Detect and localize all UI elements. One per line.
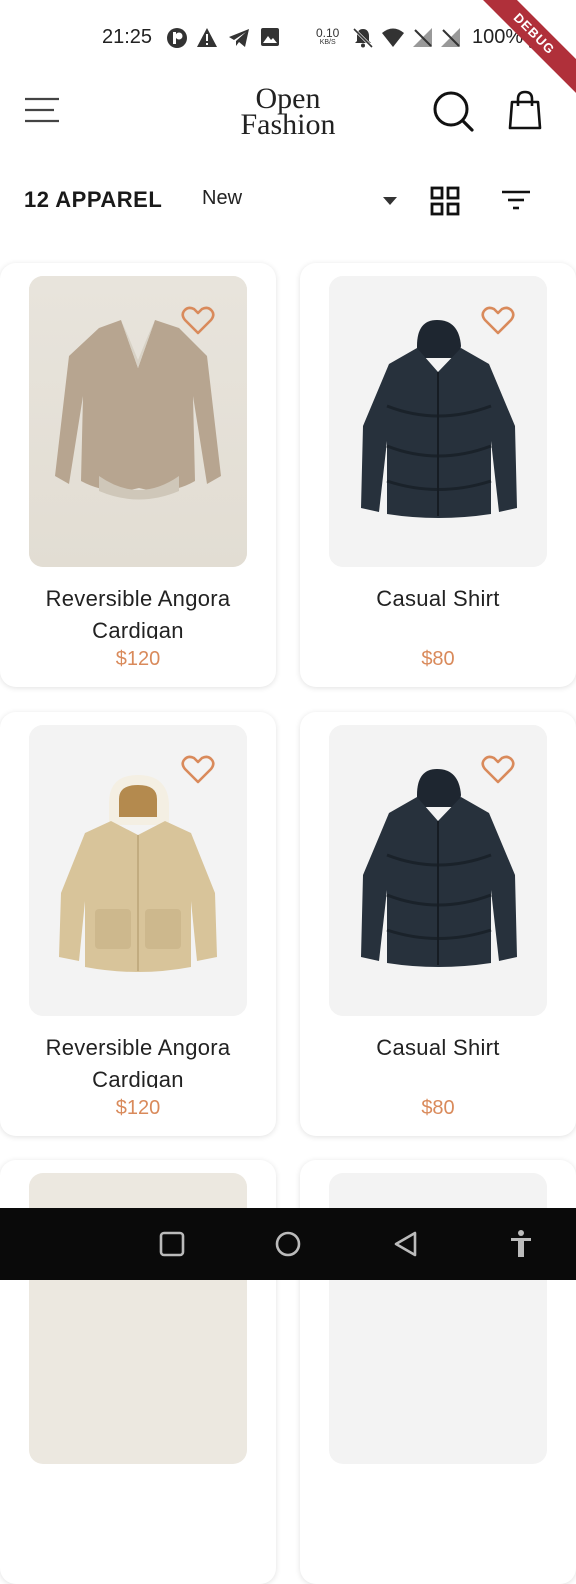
back-button[interactable]: [388, 1226, 424, 1262]
heart-outline-icon: [181, 306, 215, 335]
telegram-icon: [229, 29, 249, 47]
warning-icon: [197, 28, 217, 47]
accessibility-icon: [511, 1230, 531, 1257]
favorite-button[interactable]: [181, 755, 215, 785]
product-price: $80: [421, 648, 455, 670]
home-button[interactable]: [270, 1226, 306, 1262]
grid-view-icon: [430, 186, 460, 216]
product-card[interactable]: Reversible Angora Cardigan $120: [0, 263, 276, 687]
product-price: $80: [421, 1097, 455, 1119]
search-icon: [433, 91, 474, 132]
gallery-icon: [261, 28, 279, 46]
status-time: 21:25: [102, 26, 153, 48]
product-card[interactable]: Reversible Angora Cardigan $120: [0, 712, 276, 1136]
cart-button[interactable]: [506, 90, 544, 130]
product-image: [29, 276, 247, 567]
product-card[interactable]: Casual Shirt $80: [300, 263, 576, 687]
filter-icon: [502, 190, 530, 210]
search-button[interactable]: [432, 90, 474, 132]
product-name: Casual Shirt: [376, 586, 500, 611]
favorite-button[interactable]: [481, 306, 515, 336]
favorite-button[interactable]: [181, 306, 215, 336]
product-image: [329, 725, 547, 1016]
product-image: [29, 725, 247, 1016]
mute-bell-icon: [352, 27, 374, 49]
heart-outline-icon: [481, 755, 515, 784]
apparel-count: 12 APPAREL: [24, 187, 163, 212]
app-logo: Open Fashion: [226, 84, 350, 141]
product-card[interactable]: Casual Shirt $80: [300, 712, 576, 1136]
status-bar: 21:25 0.10 KB/S 100%: [0, 0, 576, 76]
net-speed-unit: KB/S: [319, 39, 336, 46]
wifi-icon: [382, 28, 404, 47]
square-icon: [159, 1231, 185, 1257]
product-image: [329, 276, 547, 567]
back-triangle-icon: [394, 1231, 417, 1257]
logo-line-2: Fashion: [240, 108, 336, 141]
grid-view-button[interactable]: [430, 186, 460, 216]
menu-button[interactable]: [24, 96, 60, 124]
product-name: Reversible Angora Cardigan: [45, 1035, 231, 1088]
sort-dropdown[interactable]: New: [202, 186, 402, 216]
favorite-button[interactable]: [481, 755, 515, 785]
net-speed: 0.10 KB/S: [316, 26, 340, 48]
caret-down-icon: [383, 197, 397, 205]
signal-sim1-icon: [413, 28, 432, 47]
product-price: $120: [115, 1097, 161, 1119]
recents-button[interactable]: [154, 1226, 190, 1262]
signal-sim2-icon: [441, 28, 460, 47]
heart-outline-icon: [181, 755, 215, 784]
circle-icon: [275, 1231, 301, 1257]
app-notification-icon: [167, 28, 187, 48]
sort-selected-value: New: [202, 187, 243, 209]
product-price: $120: [115, 648, 161, 670]
filter-button[interactable]: [500, 188, 532, 212]
system-navigation-bar: [0, 1208, 576, 1280]
shopping-bag-icon: [508, 90, 542, 130]
product-name: Reversible Angora Cardigan: [45, 586, 231, 639]
net-speed-value: 0.10: [316, 26, 340, 40]
product-name: Casual Shirt: [376, 1035, 500, 1060]
heart-outline-icon: [481, 306, 515, 335]
accessibility-button[interactable]: [503, 1226, 539, 1262]
menu-icon: [25, 97, 59, 123]
